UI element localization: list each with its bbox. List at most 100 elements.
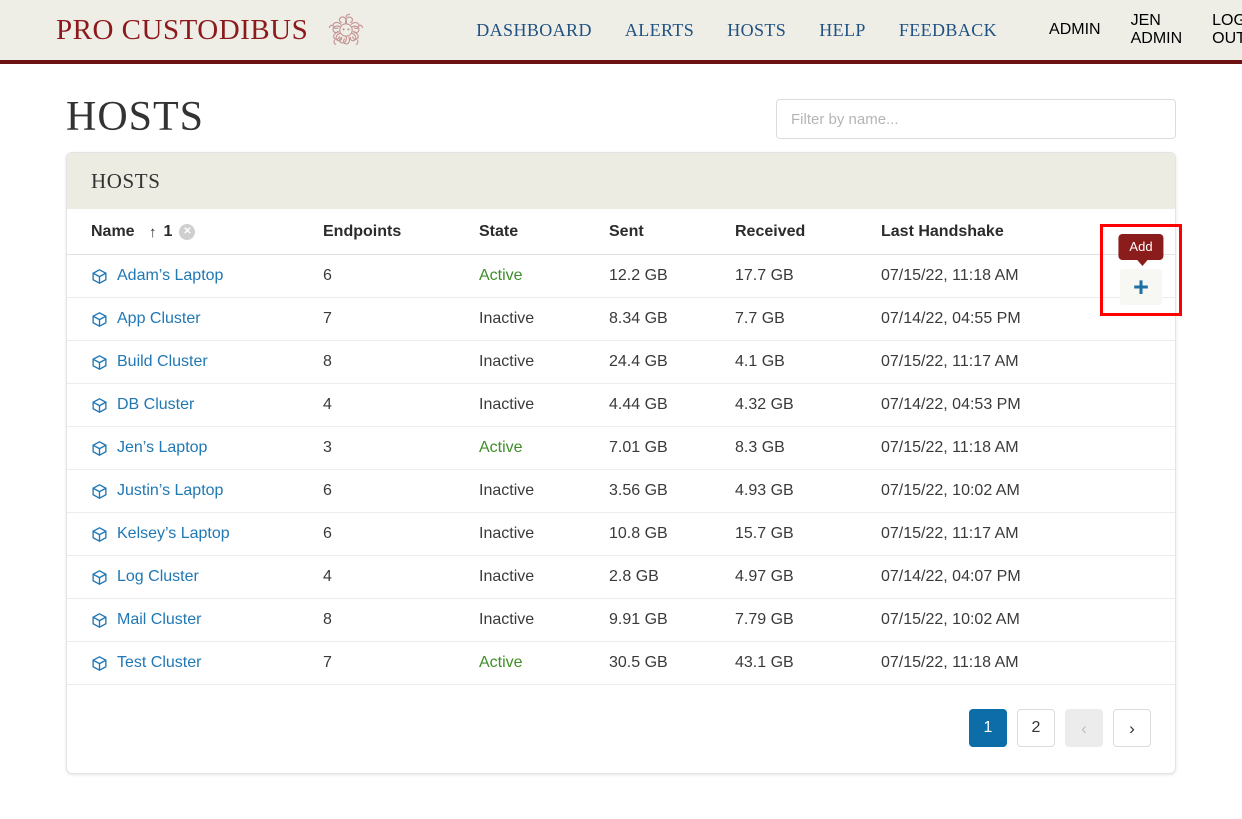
cell-state: Inactive bbox=[479, 340, 609, 385]
medusa-emblem-icon bbox=[322, 6, 370, 54]
cube-icon bbox=[91, 526, 108, 543]
column-header-endpoints[interactable]: Endpoints bbox=[323, 209, 479, 256]
column-header-received[interactable]: Received bbox=[735, 209, 881, 256]
top-header-bar: PRO CUSTODIBUS DASHBOARD ALERTS HOSTS HE… bbox=[0, 0, 1242, 64]
host-link[interactable]: Jen’s Laptop bbox=[117, 439, 207, 457]
cube-icon bbox=[91, 268, 108, 285]
user-navigation: ADMIN JEN ADMIN LOG OUT bbox=[1049, 12, 1242, 48]
hosts-table-head: Name ↑ 1 ✕ Endpoints State Sent Received… bbox=[67, 209, 1175, 256]
add-host-button[interactable]: + bbox=[1120, 269, 1162, 305]
cell-state: Active bbox=[479, 254, 609, 299]
cell-name: Build Cluster bbox=[67, 340, 323, 385]
page-header: HOSTS bbox=[66, 64, 1176, 152]
cell-name: Justin’s Laptop bbox=[67, 469, 323, 514]
host-link[interactable]: Test Cluster bbox=[117, 654, 201, 672]
cell-received: 7.79 GB bbox=[735, 598, 881, 643]
table-row: Test Cluster 7 Active 30.5 GB 43.1 GB 07/15/2… bbox=[67, 641, 1175, 686]
cell-received: 4.1 GB bbox=[735, 340, 881, 385]
cell-received: 43.1 GB bbox=[735, 641, 881, 686]
host-link[interactable]: DB Cluster bbox=[117, 396, 194, 414]
cell-received: 17.7 GB bbox=[735, 254, 881, 299]
cell-sent: 2.8 GB bbox=[609, 555, 735, 600]
column-header-state[interactable]: State bbox=[479, 209, 609, 256]
cell-received: 8.3 GB bbox=[735, 426, 881, 471]
cell-state: Inactive bbox=[479, 469, 609, 514]
nav-link-log-out[interactable]: LOG OUT bbox=[1212, 12, 1242, 48]
host-link[interactable]: Mail Cluster bbox=[117, 611, 201, 629]
pagination: 1 2 ‹ › bbox=[67, 685, 1175, 773]
cell-name: Test Cluster bbox=[67, 641, 323, 686]
nav-link-alerts[interactable]: ALERTS bbox=[625, 20, 694, 41]
table-row: DB Cluster 4 Inactive 4.44 GB 4.32 GB 07/14/2… bbox=[67, 383, 1175, 428]
brand-name: PRO CUSTODIBUS bbox=[56, 13, 309, 46]
cell-name: Log Cluster bbox=[67, 555, 323, 600]
host-link[interactable]: Build Cluster bbox=[117, 353, 208, 371]
cell-sent: 7.01 GB bbox=[609, 426, 735, 471]
cell-last-handshake: 07/15/22, 11:18 AM bbox=[881, 426, 1175, 471]
cell-endpoints: 6 bbox=[323, 469, 479, 514]
table-row: Build Cluster 8 Inactive 24.4 GB 4.1 GB 07/15… bbox=[67, 340, 1175, 385]
cell-sent: 8.34 GB bbox=[609, 297, 735, 342]
nav-link-hosts[interactable]: HOSTS bbox=[727, 20, 786, 41]
cell-received: 7.7 GB bbox=[735, 297, 881, 342]
nav-link-feedback[interactable]: FEEDBACK bbox=[899, 20, 997, 41]
cube-icon bbox=[91, 569, 108, 586]
cube-icon bbox=[91, 440, 108, 457]
circle-x-icon[interactable]: ✕ bbox=[179, 224, 196, 240]
cell-sent: 30.5 GB bbox=[609, 641, 735, 686]
host-link[interactable]: Log Cluster bbox=[117, 568, 199, 586]
filter-by-name-input[interactable] bbox=[776, 99, 1176, 139]
cell-endpoints: 3 bbox=[323, 426, 479, 471]
hosts-table: Name ↑ 1 ✕ Endpoints State Sent Received… bbox=[67, 209, 1175, 686]
pagination-next-button[interactable]: › bbox=[1113, 709, 1151, 748]
host-link[interactable]: App Cluster bbox=[117, 310, 201, 328]
cube-icon bbox=[91, 311, 108, 328]
sort-ascending-icon: ↑ bbox=[149, 223, 157, 241]
cube-icon bbox=[91, 612, 108, 629]
cell-endpoints: 6 bbox=[323, 254, 479, 299]
column-header-name[interactable]: Name ↑ 1 ✕ bbox=[67, 209, 323, 256]
cell-state: Active bbox=[479, 426, 609, 471]
cell-sent: 4.44 GB bbox=[609, 383, 735, 428]
cell-received: 4.32 GB bbox=[735, 383, 881, 428]
page-title: HOSTS bbox=[66, 94, 205, 140]
main-navigation: DASHBOARD ALERTS HOSTS HELP FEEDBACK bbox=[476, 20, 997, 41]
table-row: Justin’s Laptop 6 Inactive 3.56 GB 4.93 GB 07… bbox=[67, 469, 1175, 514]
cube-icon bbox=[91, 483, 108, 500]
table-row: Mail Cluster 8 Inactive 9.91 GB 7.79 GB 07/15… bbox=[67, 598, 1175, 643]
cell-endpoints: 4 bbox=[323, 555, 479, 600]
pagination-page-2[interactable]: 2 bbox=[1017, 709, 1055, 748]
cell-name: App Cluster bbox=[67, 297, 323, 342]
chevron-left-icon: ‹ bbox=[1081, 718, 1087, 738]
pagination-previous-button[interactable]: ‹ bbox=[1065, 709, 1103, 748]
cube-icon bbox=[91, 354, 108, 371]
host-link[interactable]: Justin’s Laptop bbox=[117, 482, 223, 500]
nav-link-admin[interactable]: ADMIN bbox=[1049, 21, 1101, 39]
nav-link-jen-admin[interactable]: JEN ADMIN bbox=[1131, 12, 1183, 48]
chevron-right-icon: › bbox=[1129, 718, 1135, 738]
cell-received: 15.7 GB bbox=[735, 512, 881, 557]
sort-order-number: 1 bbox=[163, 223, 173, 240]
cell-endpoints: 7 bbox=[323, 641, 479, 686]
cell-last-handshake: 07/15/22, 11:17 AM bbox=[881, 512, 1175, 557]
table-row: Jen’s Laptop 3 Active 7.01 GB 8.3 GB 07/15/22… bbox=[67, 426, 1175, 471]
page-content: HOSTS Add + HOSTS Name ↑ 1 ✕ bbox=[0, 64, 1242, 775]
cell-received: 4.93 GB bbox=[735, 469, 881, 514]
host-link[interactable]: Kelsey’s Laptop bbox=[117, 525, 230, 543]
nav-link-dashboard[interactable]: DASHBOARD bbox=[476, 20, 592, 41]
cell-last-handshake: 07/15/22, 10:02 AM bbox=[881, 469, 1175, 514]
hosts-card-header: HOSTS bbox=[67, 153, 1175, 209]
host-link[interactable]: Adam’s Laptop bbox=[117, 267, 223, 285]
brand-logo[interactable]: PRO CUSTODIBUS bbox=[56, 6, 370, 54]
cell-state: Inactive bbox=[479, 555, 609, 600]
add-tooltip: Add bbox=[1118, 234, 1164, 266]
nav-link-help[interactable]: HELP bbox=[819, 20, 866, 41]
cell-sent: 24.4 GB bbox=[609, 340, 735, 385]
column-header-sent[interactable]: Sent bbox=[609, 209, 735, 256]
cell-endpoints: 7 bbox=[323, 297, 479, 342]
cell-endpoints: 4 bbox=[323, 383, 479, 428]
pagination-page-1[interactable]: 1 bbox=[969, 709, 1007, 748]
cell-name: Jen’s Laptop bbox=[67, 426, 323, 471]
cell-last-handshake: 07/15/22, 11:17 AM bbox=[881, 340, 1175, 385]
cell-endpoints: 8 bbox=[323, 598, 479, 643]
